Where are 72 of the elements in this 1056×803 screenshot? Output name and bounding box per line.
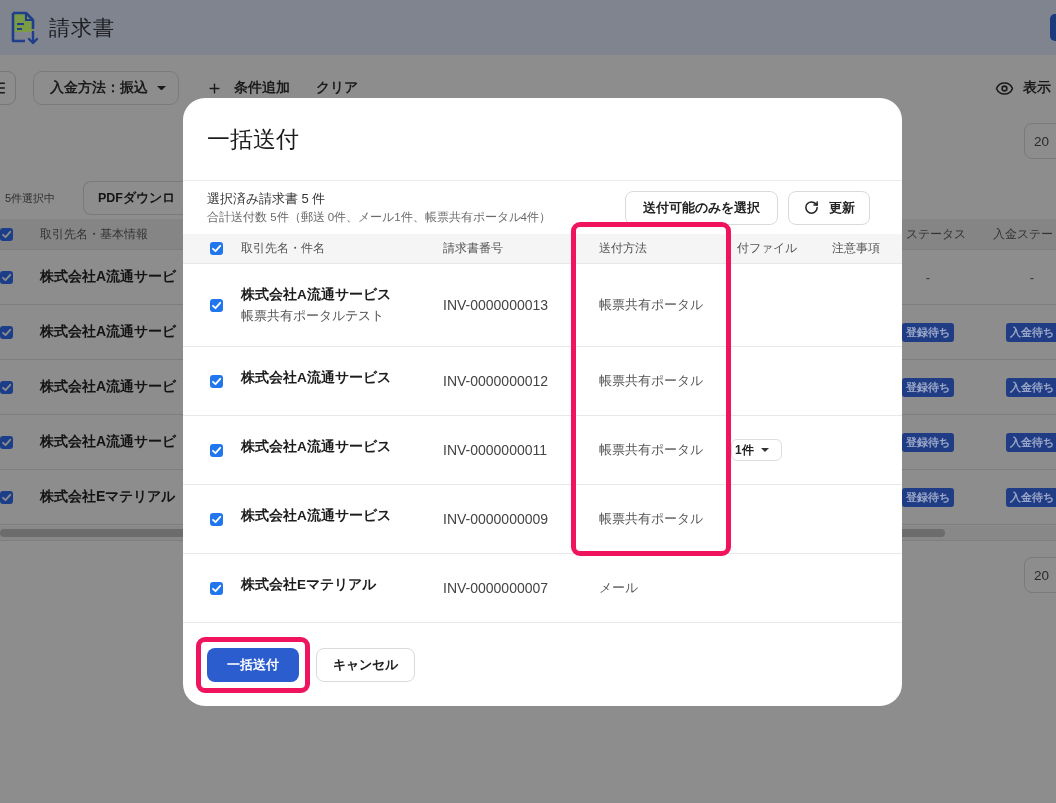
- client-name: 株式会社Eマテリアル: [40, 488, 176, 506]
- status-badge: 入金待ち: [1006, 432, 1056, 452]
- status-badge: 登録待ち: [902, 432, 954, 452]
- checkbox[interactable]: [210, 374, 223, 388]
- plus-icon: [207, 80, 222, 96]
- column-header: 取引先名・基本情報: [40, 225, 148, 243]
- status-badge: 登録待ち: [902, 377, 954, 397]
- selected-count: 選択済み請求書 5 件: [207, 190, 326, 207]
- invoice-number: INV-0000000009: [443, 511, 549, 527]
- bulk-send-button[interactable]: 一括送付: [207, 648, 299, 682]
- select-sendable-button[interactable]: 送付可能のみを選択: [625, 190, 778, 225]
- send-method: 帳票共有ポータル: [599, 296, 703, 314]
- client-name: 株式会社A流通サービ: [40, 378, 177, 396]
- send-method: 帳票共有ポータル: [599, 510, 703, 528]
- checkbox[interactable]: [0, 227, 13, 241]
- cancel-button[interactable]: キャンセル: [316, 648, 415, 682]
- refresh-icon: [803, 200, 819, 215]
- selection-count: 5件選択中: [5, 190, 57, 206]
- client-name: 株式会社A流通サービス: [241, 369, 391, 387]
- page-size-select[interactable]: 20: [1024, 557, 1056, 593]
- checkbox[interactable]: [0, 380, 13, 394]
- invoice-number: INV-0000000007: [443, 580, 549, 596]
- checkbox[interactable]: [210, 581, 223, 595]
- status-badge: 入金待ち: [1006, 377, 1056, 397]
- attachment-select[interactable]: 1件: [731, 439, 782, 461]
- page-size-select[interactable]: 20: [1024, 123, 1056, 159]
- checkbox[interactable]: [0, 435, 13, 449]
- send-method: 帳票共有ポータル: [599, 372, 703, 390]
- column-header: ステータス: [906, 225, 966, 243]
- add-condition-button[interactable]: 条件追加: [207, 79, 290, 97]
- caret-icon: [157, 85, 166, 91]
- client-name: 株式会社A流通サービス: [241, 507, 391, 525]
- checkbox[interactable]: [0, 325, 13, 339]
- checkbox[interactable]: [210, 443, 223, 457]
- empty-value: -: [1029, 269, 1035, 285]
- refresh-button[interactable]: 更新: [788, 190, 870, 225]
- document-download-icon: [10, 10, 39, 45]
- column-header: 送付方法: [599, 240, 647, 257]
- invoice-number: INV-0000000011: [443, 442, 548, 458]
- send-method: 帳票共有ポータル: [599, 441, 703, 459]
- checkbox[interactable]: [210, 242, 223, 255]
- status-badge: 入金待ち: [1006, 322, 1056, 342]
- column-header: 注意事項: [832, 240, 880, 257]
- client-name: 株式会社Eマテリアル: [241, 576, 376, 594]
- caret-icon: [761, 448, 769, 452]
- column-header: 付ファイル: [737, 240, 797, 257]
- page-title: 請求書: [49, 14, 115, 41]
- send-method: メール: [599, 579, 638, 597]
- checkbox[interactable]: [210, 512, 223, 526]
- display-settings-link[interactable]: 表示: [1023, 79, 1051, 97]
- client-name: 株式会社A流通サービス: [241, 286, 391, 304]
- status-badge: 登録待ち: [902, 487, 954, 507]
- status-badge: 入金待ち: [1006, 487, 1056, 507]
- invoice-subject: 帳票共有ポータルテスト: [241, 307, 384, 325]
- invoice-number: INV-0000000012: [443, 373, 549, 389]
- client-name: 株式会社A流通サービ: [40, 268, 177, 286]
- checkbox[interactable]: [210, 298, 223, 312]
- column-header: 取引先名・件名: [241, 240, 325, 257]
- status-badge: 登録待ち: [902, 322, 954, 342]
- checkbox[interactable]: [0, 270, 13, 284]
- column-header: 請求書番号: [443, 240, 503, 257]
- column-header: 入金ステー: [993, 225, 1053, 243]
- empty-value: -: [925, 269, 931, 285]
- checkbox[interactable]: [0, 490, 13, 504]
- client-name: 株式会社A流通サービ: [40, 323, 177, 341]
- dialog-title: 一括送付: [207, 124, 299, 154]
- client-name: 株式会社A流通サービス: [241, 438, 391, 456]
- client-name: 株式会社A流通サービ: [40, 433, 177, 451]
- send-count-detail: 合計送付数 5件（郵送 0件、メール1件、帳票共有ポータル4件）: [207, 210, 551, 225]
- invoice-number: INV-0000000013: [443, 297, 549, 313]
- clear-button[interactable]: クリア: [316, 79, 358, 97]
- filter-chip[interactable]: 入金方法：振込: [33, 71, 179, 105]
